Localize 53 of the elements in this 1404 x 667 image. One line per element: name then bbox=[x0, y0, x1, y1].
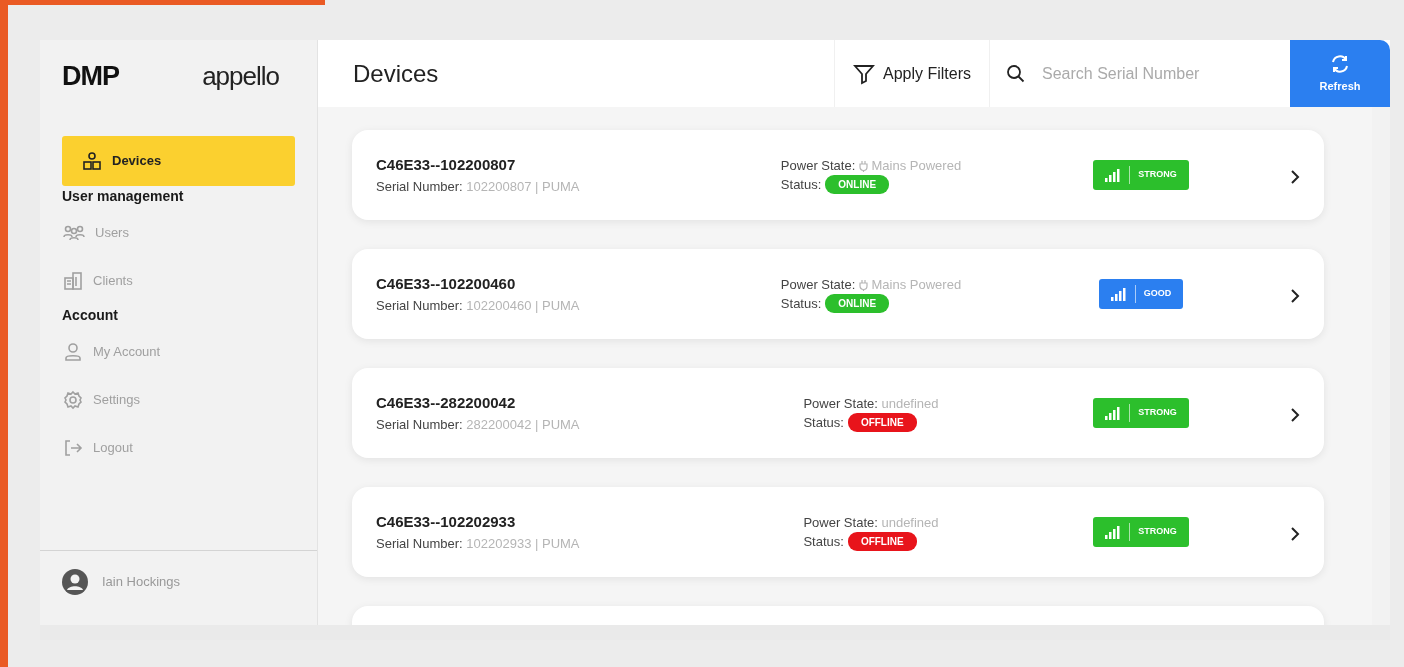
device-name: C46E33--102202933 bbox=[376, 512, 517, 532]
status-pill: ONLINE bbox=[825, 175, 890, 195]
refresh-icon bbox=[1329, 52, 1351, 75]
logout-icon bbox=[63, 438, 83, 458]
chevron-right-icon bbox=[1290, 169, 1300, 184]
status-pill: ONLINE bbox=[825, 294, 890, 314]
user-name: Iain Hockings bbox=[102, 572, 181, 591]
person-icon bbox=[63, 342, 83, 362]
users-icon bbox=[63, 224, 85, 242]
section-heading: User management bbox=[62, 187, 185, 206]
chevron-right-icon bbox=[1290, 288, 1300, 303]
brand-logo: DMP bbox=[62, 59, 119, 93]
sidebar-item[interactable]: Devices bbox=[62, 136, 295, 186]
status-label: Status: bbox=[803, 414, 844, 432]
power-state-text: Power State: Mains Powered bbox=[780, 275, 962, 294]
building-icon bbox=[63, 271, 83, 291]
device-name: C46E33--282200042 bbox=[376, 393, 517, 413]
chevron-right-icon bbox=[1290, 407, 1300, 422]
serial-text: Serial Number: 282200042 | PUMA bbox=[376, 415, 581, 434]
serial-text: Serial Number: 102200807 | PUMA bbox=[376, 177, 581, 196]
section-heading: Account bbox=[62, 306, 119, 325]
plug-icon bbox=[858, 160, 868, 172]
device-card[interactable]: C46E33--282200042 Serial Number: 282200042 | PUMA Power State: undefined Status: OFFLINE STRONG bbox=[352, 368, 1324, 458]
device-card[interactable]: C46E33--102202933 Serial Number: 102202933 | PUMA Power State: undefined Status: OFFLINE STRONG bbox=[352, 487, 1324, 577]
devices-icon bbox=[82, 151, 102, 171]
serial-text: Serial Number: 102202933 | PUMA bbox=[376, 534, 581, 553]
chevron-right-icon bbox=[1290, 526, 1300, 541]
status-pill: OFFLINE bbox=[847, 532, 917, 552]
page-title: Devices bbox=[352, 58, 440, 89]
settings-icon bbox=[63, 390, 83, 410]
brand-logo: appello bbox=[202, 59, 279, 93]
status-label: Status: bbox=[780, 295, 822, 313]
signal-badge: GOOD bbox=[1098, 279, 1184, 309]
serial-text: Serial Number: 102200460 | PUMA bbox=[376, 296, 581, 315]
avatar-icon bbox=[62, 568, 88, 595]
status-label: Status: bbox=[780, 176, 822, 194]
refresh-button[interactable]: Refresh bbox=[1290, 40, 1390, 107]
plug-icon bbox=[858, 279, 868, 291]
signal-badge: STRONG bbox=[1093, 517, 1189, 547]
device-name: C46E33--102200807 bbox=[376, 155, 517, 175]
signal-badge: STRONG bbox=[1093, 398, 1189, 428]
status-label: Status: bbox=[803, 533, 844, 551]
device-card[interactable]: C46E33--102200460 Serial Number: 102200460 | PUMA Power State: Mains Powered Status: ONLINE GOOD bbox=[352, 249, 1324, 339]
filter-button[interactable]: Apply Filters bbox=[833, 40, 990, 107]
device-card[interactable]: C46E33--102200807 Serial Number: 102200807 | PUMA Power State: Mains Powered Status: ONLINE STRONG bbox=[352, 130, 1324, 220]
filter-icon bbox=[852, 62, 875, 85]
power-state-text: Power State: Mains Powered bbox=[780, 156, 962, 175]
device-name: C46E33--102200460 bbox=[376, 274, 517, 294]
power-state-text: Power State: undefined bbox=[803, 513, 939, 532]
signal-badge: STRONG bbox=[1093, 160, 1189, 190]
power-state-text: Power State: undefined bbox=[803, 394, 939, 413]
search-icon bbox=[1006, 63, 1026, 84]
status-pill: OFFLINE bbox=[847, 413, 917, 433]
